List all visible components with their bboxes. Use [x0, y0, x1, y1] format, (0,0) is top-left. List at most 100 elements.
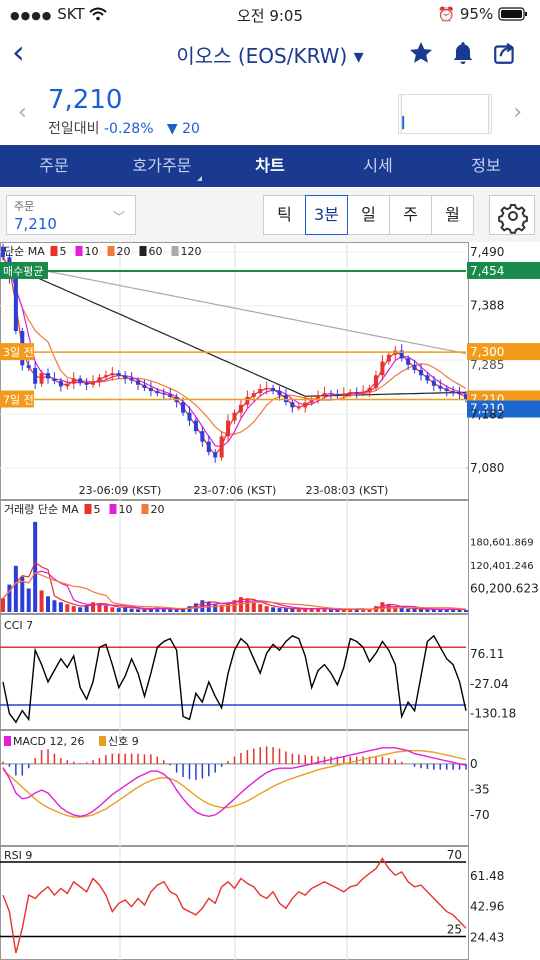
status-bar: ●●●● SKT 오전 9:05 ⏰ 95% [0, 0, 540, 28]
share-icon[interactable] [492, 40, 518, 66]
candle-body [97, 377, 102, 382]
volume-bar [406, 608, 411, 612]
candle-body [58, 381, 63, 387]
candle-body [219, 436, 224, 458]
tab-quote-order[interactable]: 호가주문 [108, 145, 216, 187]
level-tag: 7,300 [470, 345, 504, 359]
period-day[interactable]: 일 [347, 195, 390, 235]
candle-body [129, 378, 134, 381]
period-month[interactable]: 월 [431, 195, 474, 235]
candle-body [457, 393, 462, 395]
star-icon[interactable] [408, 40, 434, 66]
candle-body [161, 393, 166, 395]
y-tick-label: 76.11 [470, 647, 504, 661]
period-3min[interactable]: 3분 [305, 195, 348, 235]
volume-bar [296, 609, 301, 612]
candle-body [322, 393, 327, 396]
y-tick-label: 7,182 [470, 407, 504, 421]
volume-bar [136, 609, 141, 612]
main-tabs: 주문 호가주문 차트 시세 정보 [0, 145, 540, 187]
candle-body [46, 373, 51, 379]
legend-swatch [141, 504, 149, 514]
volume-bar [1, 598, 5, 612]
cci-legend: CCI 7 [4, 619, 33, 632]
legend-prefix: 단순 MA [4, 245, 45, 258]
y-tick-label: 7,285 [470, 358, 504, 372]
volume-bar [258, 604, 263, 612]
legend-swatch [50, 246, 58, 256]
candle-body [71, 378, 76, 384]
candle-body [13, 278, 18, 332]
candle-body [283, 395, 288, 403]
candle-body [245, 396, 250, 405]
candle-body [335, 394, 340, 396]
period-selector: 틱 3분 일 주 월 [263, 195, 474, 235]
tab-info[interactable]: 정보 [432, 145, 540, 187]
tab-order[interactable]: 주문 [0, 145, 108, 187]
next-coin-chevron-icon[interactable]: › [513, 100, 522, 125]
legend-label: 신호 9 [108, 735, 139, 748]
nav-header: ‹ 이오스 (EOS/KRW) ▾ [0, 28, 540, 80]
volume-bar [322, 609, 327, 612]
candle-body [91, 381, 96, 385]
corner-indicator-icon [197, 176, 202, 181]
change-pct: -0.28% [103, 121, 154, 137]
candle-body [116, 373, 121, 376]
change-label: 전일대비 [48, 121, 100, 137]
change-abs: 20 [182, 121, 200, 137]
volume-bar [187, 606, 192, 612]
candle-body [341, 393, 346, 396]
y-tick-label: 7,490 [470, 245, 504, 259]
candle-body [380, 361, 385, 376]
legend-label: 10 [85, 245, 99, 258]
y-tick-label: 61.48 [470, 869, 504, 883]
candle-body [65, 383, 70, 387]
legend-prefix: 거래량 단순 MA [4, 503, 79, 516]
y-tick-label: -130.18 [470, 707, 516, 721]
settings-button[interactable] [489, 195, 535, 235]
legend-label: 20 [117, 245, 131, 258]
y-tick-label: 180,601.869 [470, 537, 534, 548]
battery-percent: 95% [459, 5, 494, 23]
prev-coin-chevron-icon[interactable]: ‹ [18, 100, 27, 125]
tab-market-price[interactable]: 시세 [324, 145, 432, 187]
legend-swatch [171, 246, 179, 256]
volume-bar [103, 605, 108, 612]
volume-bar [168, 609, 173, 612]
level-tag: 7,454 [470, 264, 504, 278]
rsi-legend: RSI 9 [4, 849, 32, 862]
gear-icon [498, 204, 528, 234]
candle-body [328, 393, 333, 395]
volume-bar [39, 590, 44, 612]
candle-body [296, 407, 301, 409]
legend-swatch [75, 246, 83, 256]
candle-body [438, 385, 443, 389]
y-tick-label: 42.96 [470, 900, 504, 914]
tab-chart[interactable]: 차트 [216, 145, 324, 187]
level-label: 3일 전 [3, 345, 34, 359]
legend-swatch [109, 504, 117, 514]
candle-body [52, 378, 57, 382]
down-arrow-icon: ▼ [166, 121, 178, 137]
volume-bar [425, 609, 430, 612]
y-tick-label: 0 [470, 757, 478, 771]
candle-body [348, 392, 353, 394]
candle-body [168, 394, 173, 397]
order-price-select[interactable]: 주문 7,210 ﹀ [6, 195, 136, 235]
candle-body [354, 392, 359, 394]
volume-bar [464, 610, 468, 612]
candle-body [110, 373, 115, 376]
volume-bar [91, 602, 96, 612]
alarm-icon: ⏰ [437, 7, 456, 23]
volume-bar [283, 608, 288, 612]
bell-icon[interactable] [450, 40, 476, 66]
volume-bar [328, 609, 333, 612]
mini-chart [398, 94, 492, 134]
candle-body [123, 375, 128, 379]
period-week[interactable]: 주 [389, 195, 432, 235]
price-change: 전일대비 -0.28% ▼ 20 [48, 118, 200, 138]
candle-body [425, 375, 430, 381]
period-tick[interactable]: 틱 [263, 195, 306, 235]
candle-body [200, 431, 205, 442]
chart-area[interactable]: 매수평균 7,4543일 전 7,3007일 전 7,2107,2107,4907,3… [0, 242, 540, 960]
